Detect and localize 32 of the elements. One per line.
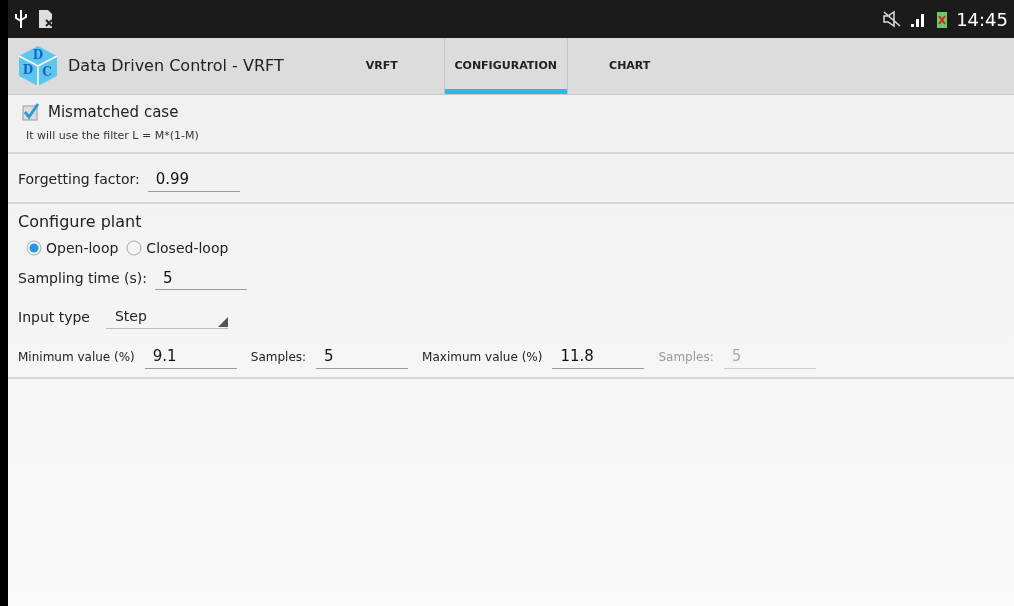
field-label: Minimum value (%) xyxy=(18,348,135,366)
field-label: Samples: xyxy=(250,348,307,366)
input-field[interactable]: 5 xyxy=(316,345,409,369)
field-label: Samples: xyxy=(658,348,714,366)
input-field[interactable]: 0.99 xyxy=(147,168,240,192)
dropdown-corner-icon xyxy=(218,317,228,327)
document-icon xyxy=(38,9,54,29)
app-title: Data Driven Control - VRFT xyxy=(68,55,284,77)
tab[interactable]: CHART xyxy=(567,38,692,94)
input-field[interactable]: 9.1 xyxy=(144,345,237,369)
field-label: Maximum value (%) xyxy=(422,348,543,366)
input-field[interactable]: 11.8 xyxy=(552,345,645,369)
usb-icon xyxy=(14,9,28,29)
clock-time: 14:45 xyxy=(956,7,1008,32)
tab[interactable]: VRFT xyxy=(319,38,444,94)
radio-button[interactable] xyxy=(26,240,42,256)
checkbox[interactable] xyxy=(22,103,40,122)
app-logo: D D C xyxy=(16,44,60,88)
battery-icon xyxy=(936,9,949,29)
input-field[interactable]: 5 xyxy=(155,266,247,290)
field-label: Forgetting factor: xyxy=(18,170,140,190)
mute-icon xyxy=(882,10,903,28)
checkbox-label: Mismatched case xyxy=(48,102,179,123)
field-label: Input type xyxy=(18,308,90,327)
tab[interactable]: CONFIGURATION xyxy=(443,38,568,94)
field-label: Sampling time (s): xyxy=(18,268,147,288)
section-heading: Configure plant xyxy=(18,210,143,233)
radio-label: Closed-loop xyxy=(146,238,229,258)
radio-button[interactable] xyxy=(126,240,143,256)
radio-label: Open-loop xyxy=(46,238,119,258)
filter-note: It will use the filter L = M*(1-M) xyxy=(26,127,200,144)
dropdown[interactable]: Step xyxy=(106,306,228,329)
